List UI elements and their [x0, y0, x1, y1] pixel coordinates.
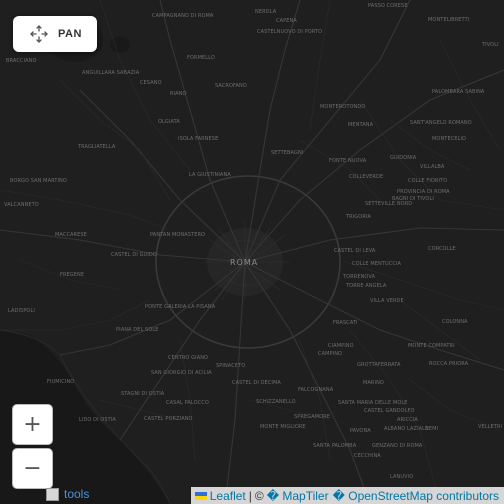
- place-label: NEMI: [425, 426, 439, 432]
- place-label: GENZANO DI ROMA: [372, 443, 423, 449]
- place-label: FALCOGNANA: [298, 387, 334, 393]
- place-label: CECCHINA: [354, 453, 381, 459]
- place-label: TRIGORIA: [346, 214, 371, 220]
- place-label: COLONNA: [442, 319, 468, 325]
- place-label: MACCARESE: [55, 232, 87, 238]
- place-label: TORRENOVA: [343, 274, 376, 280]
- zoom-out-button[interactable]: −: [12, 448, 53, 489]
- place-label: PONTE GALERIA LA PISANA: [145, 304, 216, 310]
- place-label: MONTE MIGLIORE: [260, 424, 306, 430]
- place-label: SPINACETO: [216, 363, 246, 369]
- place-label: PANTAN MONASTERO: [150, 232, 206, 238]
- place-label: CENTRO GIANO: [168, 355, 209, 361]
- place-label: CAPENA: [276, 18, 297, 24]
- place-label: ARICCIA: [397, 417, 418, 423]
- place-label: BORGO SAN MARTINO: [10, 178, 67, 184]
- attribution-separator: |: [248, 488, 252, 503]
- osm-link[interactable]: � OpenStreetMap contributors: [333, 489, 499, 503]
- pan-icon: [29, 24, 49, 44]
- place-label: CASTEL PORZIANO: [144, 416, 193, 422]
- place-label: SETTEVILLE NORD: [365, 201, 413, 207]
- place-label: PALOMBARA SABINA: [432, 89, 485, 95]
- place-label: CAMPINO: [318, 351, 343, 357]
- place-label: SETTEBAGNI: [271, 150, 304, 156]
- place-label: MONTEROTONDO: [320, 104, 366, 110]
- tools-label[interactable]: tools: [64, 487, 89, 501]
- tools-toggle[interactable]: tools: [46, 487, 89, 501]
- place-label: VILLA VERDE: [370, 298, 404, 304]
- place-label: CASTEL DI GUIDO: [111, 252, 157, 258]
- place-label: FRASCATI: [333, 320, 358, 326]
- place-label: COLLE MENTUCCIA: [352, 261, 402, 267]
- zoom-in-button[interactable]: +: [12, 404, 53, 445]
- place-label: ALBANO LAZIALE: [384, 426, 429, 432]
- place-label: LA GIUSTINIANA: [189, 172, 231, 178]
- place-label: NEROLA: [255, 9, 277, 15]
- place-label: OLGIATA: [158, 119, 180, 125]
- place-label: ROCCA PRIORA: [429, 361, 469, 367]
- place-label: FIUMICINO: [47, 379, 75, 385]
- place-label: COLLEVERDE: [349, 174, 384, 180]
- place-label: CORCOLLE: [428, 246, 456, 252]
- place-label: MONTECELIO: [432, 136, 467, 142]
- place-label: MARINO: [363, 380, 384, 386]
- place-label: TORRE ANGELA: [346, 283, 387, 289]
- place-label: FONTE NUOVA: [329, 158, 367, 164]
- place-label: TIVOLI: [482, 42, 499, 48]
- place-label: SANTA PALOMBA: [313, 443, 357, 449]
- place-label: SACROFANO: [215, 83, 247, 89]
- place-label: VELLETRI: [478, 424, 503, 430]
- place-label: SAN GIORGIO DI ACILIA: [151, 370, 212, 376]
- place-label: PAVONA: [350, 428, 371, 434]
- city-label-roma: ROMA: [230, 258, 259, 267]
- map-canvas[interactable]: ROMA CAMPAGNANO DI ROMA NEROLA PASSO COR…: [0, 0, 504, 504]
- place-label: RIANO: [170, 91, 187, 97]
- place-label: VALCANNETO: [4, 202, 39, 208]
- place-label: ANGUILLARA SABAZIA: [82, 70, 140, 76]
- copyright-symbol: ©: [254, 488, 264, 503]
- place-label: SCHIZZANELLO: [256, 399, 296, 405]
- place-label: CESANO: [140, 80, 162, 86]
- place-label: PROVINCIA DI ROMA: [397, 189, 450, 195]
- place-label: LIDO DI OSTIA: [79, 417, 116, 423]
- place-label: TRAGLIATELLA: [78, 144, 116, 150]
- place-label: MENTANA: [348, 122, 374, 128]
- place-label: CASAL PALOCCO: [166, 400, 209, 406]
- place-label: MONTELIBRETTI: [428, 17, 470, 23]
- ukraine-flag-icon: [194, 491, 207, 500]
- place-label: CASTEL GANDOLFO: [364, 408, 415, 414]
- place-label: CASTEL DI DECIMA: [232, 380, 281, 386]
- place-label: SPREGAMORE: [294, 414, 330, 420]
- place-label: MONTE COMPATRI: [408, 343, 455, 349]
- place-label: FORMELLO: [187, 55, 215, 61]
- attribution-bar: Leaflet | © � MapTiler � OpenStreetMap c…: [190, 487, 504, 504]
- place-label: GROTTAFERRATA: [357, 362, 401, 368]
- place-label: PIANA DEL SOLE: [116, 327, 159, 333]
- place-label: LANUVIO: [390, 474, 414, 480]
- place-label: STAGNI DI OSTIA: [121, 391, 165, 397]
- tools-checkbox[interactable]: [46, 487, 59, 501]
- place-label: BRACCIANO: [6, 58, 37, 64]
- place-label: COLLE FIORITO: [408, 178, 448, 184]
- place-label: PASSO CORESE: [368, 3, 408, 9]
- place-label: CAMPAGNANO DI ROMA: [152, 13, 214, 19]
- place-label: SANTA MARIA DELLE MOLE: [338, 400, 408, 406]
- place-label: VILLALBA: [420, 164, 445, 170]
- place-label: SANT'ANGELO ROMANO: [410, 120, 472, 126]
- place-label: CASTELNUOVO DI PORTO: [257, 29, 323, 35]
- place-label: CIAMPINO: [328, 343, 354, 349]
- pan-label: PAN: [58, 28, 82, 40]
- place-label: ISOLA FARNESE: [178, 136, 219, 142]
- place-label: GUIDONIA: [390, 155, 417, 161]
- pan-button[interactable]: PAN: [13, 16, 97, 52]
- leaflet-link[interactable]: Leaflet: [210, 489, 246, 503]
- place-label: FREGENE: [60, 272, 85, 278]
- place-label: CASTEL DI LEVA: [334, 248, 376, 254]
- maptiler-link[interactable]: � MapTiler: [267, 489, 329, 503]
- place-label: LADISPOLI: [8, 308, 35, 314]
